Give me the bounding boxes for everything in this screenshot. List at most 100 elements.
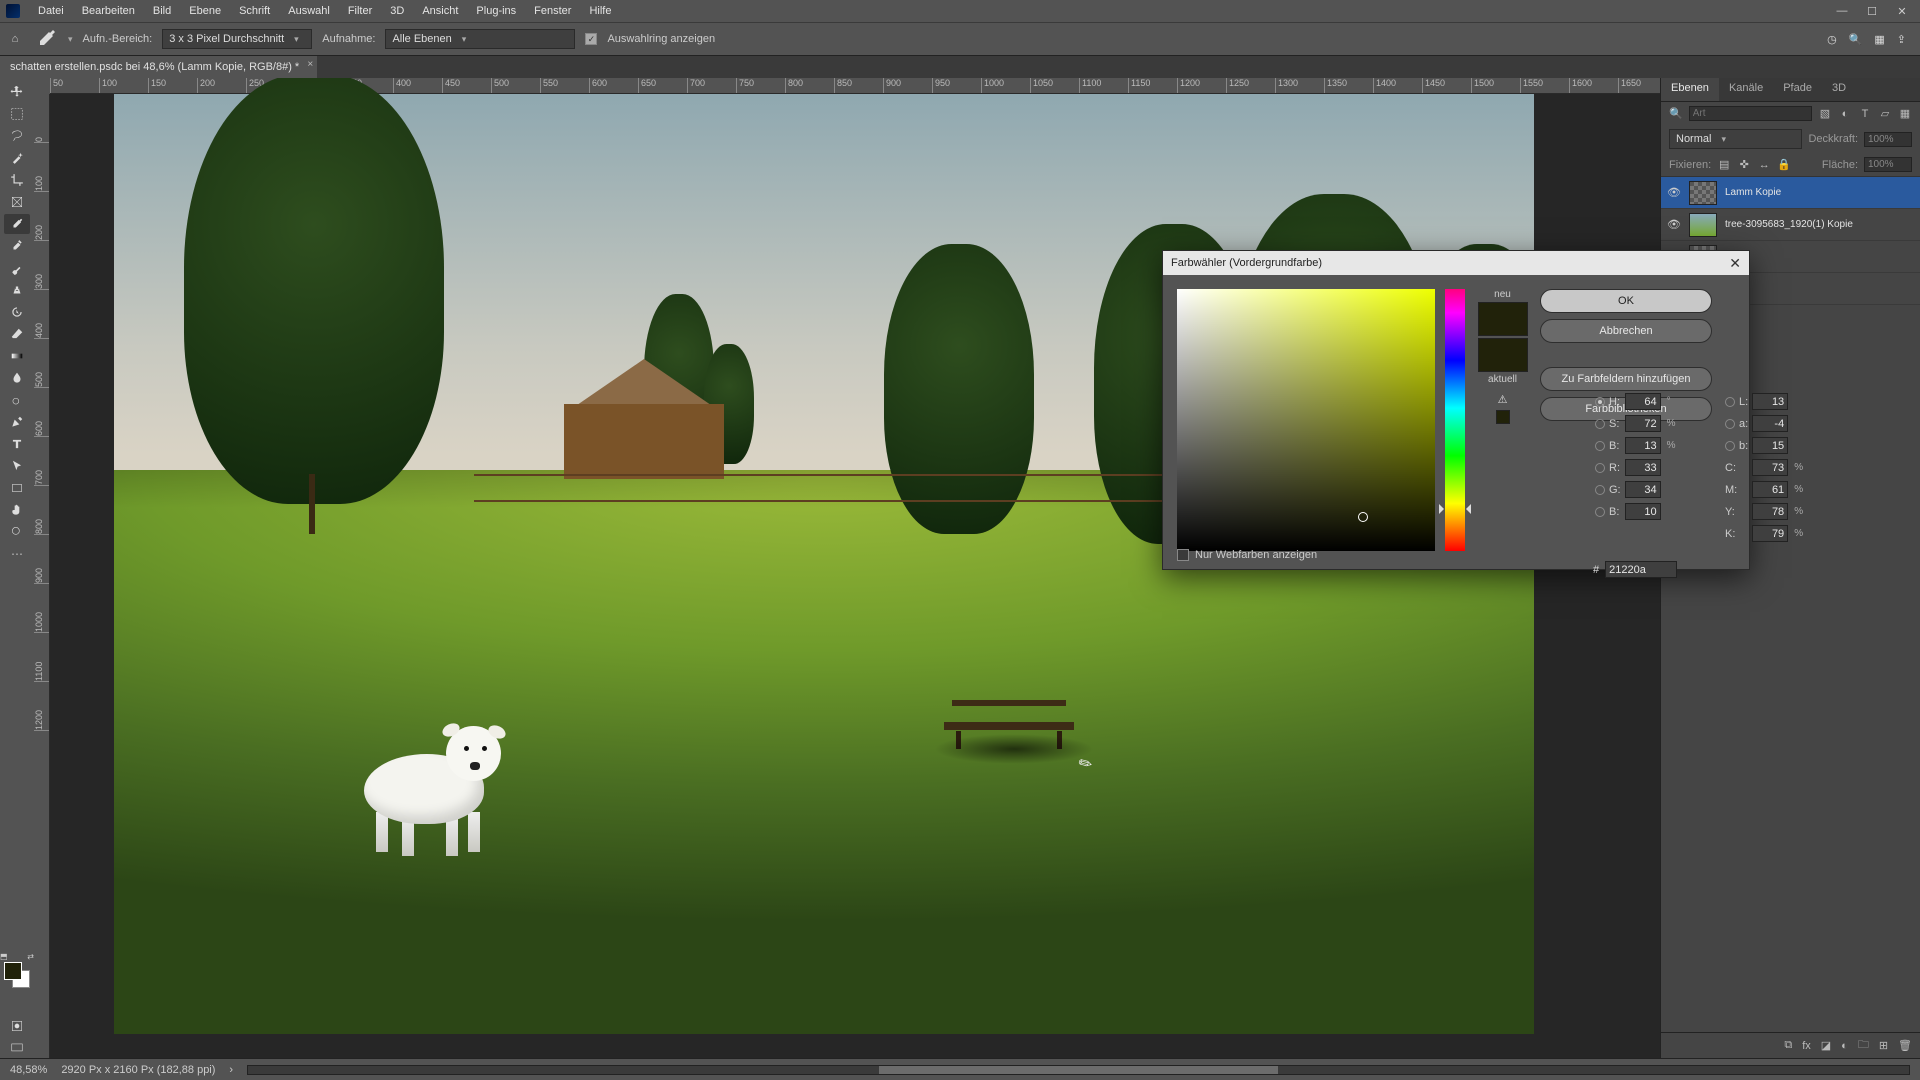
layer-thumbnail[interactable] bbox=[1689, 181, 1717, 205]
lock-all-icon[interactable]: 🔒 bbox=[1777, 158, 1791, 172]
screen-mode-icon[interactable] bbox=[4, 1038, 30, 1058]
magenta-input[interactable] bbox=[1752, 481, 1788, 498]
magic-wand-tool-icon[interactable] bbox=[4, 148, 30, 168]
layer-filter-input[interactable] bbox=[1689, 106, 1812, 121]
gradient-tool-icon[interactable] bbox=[4, 346, 30, 366]
layer-name[interactable]: tree-3095683_1920(1) Kopie bbox=[1725, 219, 1853, 230]
zoom-tool-icon[interactable] bbox=[4, 522, 30, 542]
tab-channels[interactable]: Kanäle bbox=[1719, 78, 1773, 101]
lab-a-input[interactable] bbox=[1752, 415, 1788, 432]
menu-plugins[interactable]: Plug-ins bbox=[468, 3, 524, 19]
link-layers-icon[interactable]: ⧉ bbox=[1784, 1039, 1792, 1052]
share-icon[interactable]: ⇪ bbox=[1897, 33, 1906, 46]
rectangle-tool-icon[interactable] bbox=[4, 478, 30, 498]
menu-layer[interactable]: Ebene bbox=[181, 3, 229, 19]
lab-l-input[interactable] bbox=[1752, 393, 1788, 410]
red-radio[interactable] bbox=[1595, 463, 1605, 473]
swap-colors-icon[interactable]: ⇄ bbox=[27, 952, 34, 961]
blur-tool-icon[interactable] bbox=[4, 368, 30, 388]
frame-tool-icon[interactable] bbox=[4, 192, 30, 212]
cancel-button[interactable]: Abbrechen bbox=[1540, 319, 1712, 343]
cyan-input[interactable] bbox=[1752, 459, 1788, 476]
hue-slider[interactable] bbox=[1445, 289, 1465, 551]
sample-layers-dropdown[interactable]: Alle Ebenen bbox=[385, 29, 575, 49]
show-sample-ring-checkbox[interactable]: ✓ bbox=[585, 33, 597, 45]
default-colors-icon[interactable]: ⬒ bbox=[0, 952, 8, 961]
layer-name[interactable]: Lamm Kopie bbox=[1725, 187, 1781, 198]
lab-a-radio[interactable] bbox=[1725, 419, 1735, 429]
filter-type-icon[interactable]: T bbox=[1858, 107, 1872, 121]
visibility-icon[interactable]: 👁 bbox=[1667, 186, 1681, 199]
menu-3d[interactable]: 3D bbox=[382, 3, 412, 19]
layer-row[interactable]: 👁 tree-3095683_1920(1) Kopie bbox=[1661, 209, 1920, 241]
current-color-swatch[interactable] bbox=[1478, 338, 1528, 372]
filter-image-icon[interactable]: ▧ bbox=[1818, 107, 1832, 121]
lab-b-input[interactable] bbox=[1752, 437, 1788, 454]
layer-fx-icon[interactable]: fx bbox=[1802, 1040, 1811, 1052]
path-select-tool-icon[interactable] bbox=[4, 456, 30, 476]
green-radio[interactable] bbox=[1595, 485, 1605, 495]
tab-paths[interactable]: Pfade bbox=[1773, 78, 1822, 101]
workspace-icon[interactable]: ▦ bbox=[1874, 33, 1884, 46]
type-tool-icon[interactable] bbox=[4, 434, 30, 454]
zoom-readout[interactable]: 48,58% bbox=[10, 1064, 47, 1076]
clone-stamp-tool-icon[interactable] bbox=[4, 280, 30, 300]
bri-input[interactable] bbox=[1625, 437, 1661, 454]
hex-input[interactable] bbox=[1605, 561, 1677, 578]
crop-tool-icon[interactable] bbox=[4, 170, 30, 190]
lock-position-icon[interactable]: ✜ bbox=[1737, 158, 1751, 172]
lab-b-radio[interactable] bbox=[1725, 441, 1735, 451]
layer-row[interactable]: 👁 Lamm Kopie bbox=[1661, 177, 1920, 209]
dialog-titlebar[interactable]: Farbwähler (Vordergrundfarbe) ✕ bbox=[1163, 251, 1749, 275]
hue-input[interactable] bbox=[1625, 393, 1661, 410]
menu-help[interactable]: Hilfe bbox=[581, 3, 619, 19]
opacity-input[interactable] bbox=[1864, 132, 1912, 147]
search-icon[interactable]: 🔍 bbox=[1849, 33, 1863, 46]
color-swatches[interactable]: ⬒ ⇄ bbox=[2, 960, 32, 994]
menu-window[interactable]: Fenster bbox=[526, 3, 579, 19]
move-tool-icon[interactable] bbox=[4, 82, 30, 102]
h-scrollbar-thumb[interactable] bbox=[879, 1066, 1278, 1074]
menu-filter[interactable]: Filter bbox=[340, 3, 380, 19]
blue-radio[interactable] bbox=[1595, 507, 1605, 517]
document-tab[interactable]: schatten erstellen.psdc bei 48,6% (Lamm … bbox=[0, 56, 317, 78]
layer-mask-icon[interactable]: ◪ bbox=[1821, 1039, 1831, 1052]
closest-web-color-icon[interactable] bbox=[1496, 410, 1510, 424]
tab-close-icon[interactable]: × bbox=[307, 59, 313, 70]
new-layer-icon[interactable]: ⊞ bbox=[1879, 1039, 1888, 1052]
saturation-value-field[interactable] bbox=[1177, 289, 1435, 551]
doc-info-readout[interactable]: 2920 Px x 2160 Px (182,88 ppi) bbox=[61, 1064, 215, 1076]
menu-edit[interactable]: Bearbeiten bbox=[74, 3, 143, 19]
lasso-tool-icon[interactable] bbox=[4, 126, 30, 146]
sv-marker[interactable] bbox=[1358, 512, 1368, 522]
h-scrollbar[interactable] bbox=[247, 1065, 1910, 1075]
home-icon[interactable]: ⌂ bbox=[6, 30, 24, 48]
red-input[interactable] bbox=[1625, 459, 1661, 476]
web-colors-checkbox[interactable] bbox=[1177, 549, 1189, 561]
delete-layer-icon[interactable]: 🗑 bbox=[1898, 1039, 1912, 1052]
filter-adjust-icon[interactable]: ◐ bbox=[1838, 107, 1852, 121]
green-input[interactable] bbox=[1625, 481, 1661, 498]
lab-l-radio[interactable] bbox=[1725, 397, 1735, 407]
brush-tool-icon[interactable] bbox=[4, 258, 30, 278]
visibility-icon[interactable]: 👁 bbox=[1667, 218, 1681, 231]
edit-toolbar-icon[interactable]: ⋯ bbox=[4, 544, 30, 564]
fill-input[interactable] bbox=[1864, 157, 1912, 172]
blue-input[interactable] bbox=[1625, 503, 1661, 520]
sat-input[interactable] bbox=[1625, 415, 1661, 432]
window-maximize-icon[interactable]: ☐ bbox=[1864, 5, 1880, 18]
pen-tool-icon[interactable] bbox=[4, 412, 30, 432]
add-swatch-button[interactable]: Zu Farbfeldern hinzufügen bbox=[1540, 367, 1712, 391]
tab-3d[interactable]: 3D bbox=[1822, 78, 1856, 101]
sat-radio[interactable] bbox=[1595, 419, 1605, 429]
foreground-swatch[interactable] bbox=[4, 962, 22, 980]
sample-area-dropdown[interactable]: 3 x 3 Pixel Durchschnitt bbox=[162, 29, 312, 49]
hue-radio[interactable] bbox=[1595, 397, 1605, 407]
eyedropper-tool-icon[interactable] bbox=[34, 27, 58, 51]
yellow-input[interactable] bbox=[1752, 503, 1788, 520]
dodge-tool-icon[interactable] bbox=[4, 390, 30, 410]
ok-button[interactable]: OK bbox=[1540, 289, 1712, 313]
window-minimize-icon[interactable]: — bbox=[1834, 5, 1850, 18]
key-input[interactable] bbox=[1752, 525, 1788, 542]
group-layers-icon[interactable]: 🗀 bbox=[1858, 1036, 1869, 1055]
